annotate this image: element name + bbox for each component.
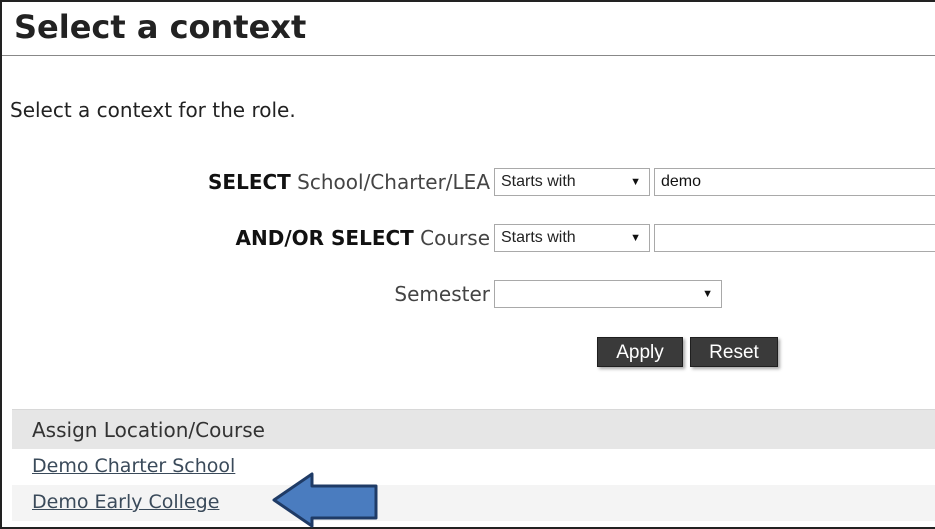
assign-header: Assign Location/Course (12, 409, 935, 449)
assign-header-label: Assign Location/Course (32, 418, 265, 442)
location-link[interactable]: Demo Early College (32, 491, 219, 513)
intro-text: Select a context for the role. (10, 98, 296, 122)
course-mode-select[interactable]: Starts with ▼ (494, 224, 650, 252)
course-mode-value: Starts with (501, 229, 576, 246)
course-search-input[interactable] (654, 224, 935, 252)
left-arrow-icon (272, 472, 378, 528)
list-item: Demo Charter School (12, 449, 935, 485)
school-filter-label: SELECT School/Charter/LEA (100, 167, 490, 197)
chevron-down-icon: ▼ (630, 176, 641, 188)
location-link[interactable]: Demo Charter School (32, 455, 235, 477)
school-filter-label-rest: School/Charter/LEA (297, 170, 490, 194)
semester-label: Semester (394, 282, 490, 306)
apply-button[interactable]: Apply (597, 337, 683, 367)
semester-select[interactable]: ▼ (494, 280, 722, 308)
chevron-down-icon: ▼ (702, 288, 713, 300)
chevron-down-icon: ▼ (630, 232, 641, 244)
page-title: Select a context (14, 8, 307, 46)
course-filter-label: AND/OR SELECT Course (100, 223, 490, 253)
title-bar: Select a context (2, 2, 935, 56)
school-mode-select[interactable]: Starts with ▼ (494, 168, 650, 196)
course-filter-label-bold: AND/OR SELECT (235, 226, 414, 250)
course-filter-label-rest: Course (420, 226, 490, 250)
school-search-input[interactable]: demo (654, 168, 935, 196)
school-mode-value: Starts with (501, 173, 576, 190)
school-filter-label-bold: SELECT (208, 170, 291, 194)
reset-button[interactable]: Reset (690, 337, 778, 367)
list-item: Demo Early College (12, 485, 935, 521)
